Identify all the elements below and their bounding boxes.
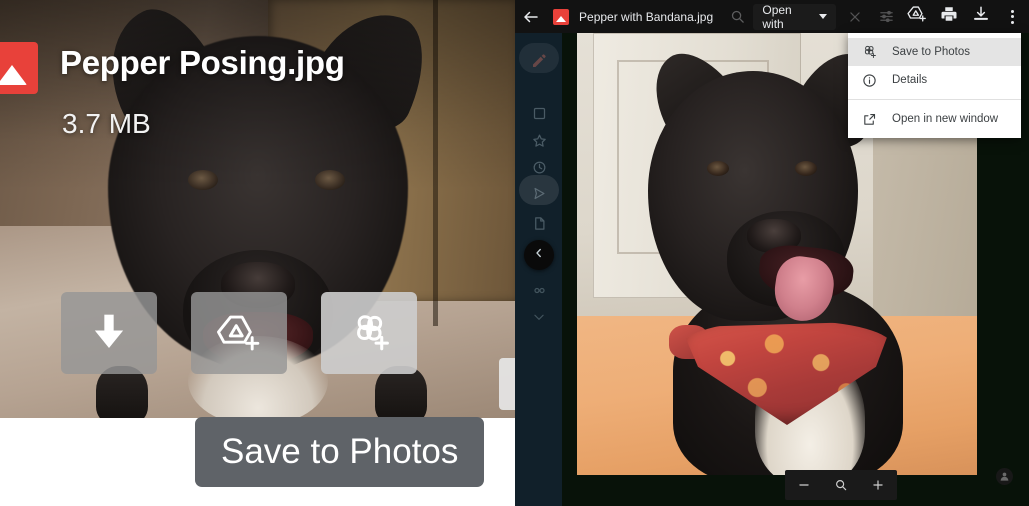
open-with-dropdown[interactable]: Open with bbox=[753, 2, 837, 31]
close-icon[interactable] bbox=[840, 0, 868, 33]
page-title: Pepper Posing.jpg bbox=[60, 44, 345, 81]
photos-pinwheel-plus-icon bbox=[860, 44, 878, 60]
viewer-toolbar: Pepper with Bandana.jpg Open with bbox=[515, 0, 1029, 33]
more-options-button[interactable] bbox=[997, 0, 1029, 33]
drive-plus-icon bbox=[907, 5, 927, 28]
chevron-left-icon bbox=[533, 246, 545, 264]
drive-file-viewer: Pepper with Bandana.jpg Open with Save t… bbox=[515, 0, 1029, 506]
rail-item-edit[interactable] bbox=[524, 49, 554, 73]
rail-item-file[interactable] bbox=[524, 211, 554, 235]
menu-item-label: Open in new window bbox=[892, 113, 999, 125]
next-image-button[interactable] bbox=[499, 358, 515, 410]
menu-item-save-to-photos[interactable]: Save to Photos bbox=[848, 38, 1021, 66]
preview-action-bar bbox=[61, 292, 417, 374]
save-to-photos-button[interactable] bbox=[321, 292, 417, 374]
image-file-glyph bbox=[556, 15, 567, 22]
print-button[interactable] bbox=[933, 0, 965, 33]
rail-item-expand[interactable] bbox=[524, 305, 554, 329]
file-size-label: 3.7 MB bbox=[62, 108, 151, 139]
photo-top-scrim bbox=[0, 0, 515, 190]
rail-item-send[interactable] bbox=[524, 181, 554, 205]
collapse-rail-button[interactable] bbox=[524, 240, 554, 270]
rail-item-starred[interactable] bbox=[524, 128, 554, 152]
more-options-menu: Save to Photos Details Open in new windo… bbox=[848, 33, 1021, 138]
side-rail bbox=[515, 33, 562, 506]
left-preview-card: Pepper Posing.jpg 3.7 MB Save to Photos bbox=[0, 0, 515, 506]
viewer-filename: Pepper with Bandana.jpg bbox=[579, 9, 714, 24]
image-file-icon bbox=[553, 8, 570, 25]
open-with-label: Open with bbox=[762, 2, 792, 31]
open-in-new-icon bbox=[860, 112, 878, 127]
screen-root: Pepper Posing.jpg 3.7 MB Save to Photos … bbox=[0, 0, 1029, 506]
drive-plus-icon bbox=[216, 311, 262, 355]
photo-dog-eye-right bbox=[795, 161, 817, 176]
menu-item-label: Details bbox=[892, 74, 928, 86]
download-tray-icon bbox=[972, 5, 990, 28]
menu-item-label: Save to Photos bbox=[892, 46, 970, 58]
zoom-in-button[interactable] bbox=[863, 470, 893, 500]
save-to-drive-button[interactable] bbox=[901, 0, 933, 33]
image-file-icon bbox=[0, 42, 38, 94]
search-icon[interactable] bbox=[723, 0, 751, 33]
info-circle-icon bbox=[860, 73, 878, 88]
download-button[interactable] bbox=[61, 292, 157, 374]
zoom-fit-button[interactable] bbox=[826, 470, 856, 500]
download-arrow-icon bbox=[89, 311, 129, 355]
zoom-out-button[interactable] bbox=[789, 470, 819, 500]
rail-item-contacts[interactable] bbox=[524, 278, 554, 302]
download-button[interactable] bbox=[965, 0, 997, 33]
menu-item-open-in-new-window[interactable]: Open in new window bbox=[848, 105, 1021, 133]
photo-dog-eye-left bbox=[707, 161, 729, 176]
three-dot-menu-icon bbox=[1011, 9, 1015, 24]
zoom-controls bbox=[785, 470, 897, 500]
save-to-photos-tooltip: Save to Photos bbox=[195, 417, 485, 487]
save-to-drive-button[interactable] bbox=[191, 292, 287, 374]
chevron-down-icon bbox=[819, 14, 828, 19]
photos-pinwheel-plus-icon bbox=[346, 311, 392, 355]
tune-sliders-icon[interactable] bbox=[873, 0, 901, 33]
account-avatar-icon[interactable] bbox=[996, 468, 1013, 485]
printer-icon bbox=[940, 5, 958, 28]
rail-item-tasks[interactable] bbox=[524, 101, 554, 125]
back-arrow-icon[interactable] bbox=[515, 0, 547, 33]
menu-item-details[interactable]: Details bbox=[848, 66, 1021, 94]
menu-divider bbox=[848, 99, 1021, 100]
image-file-glyph bbox=[0, 65, 27, 85]
